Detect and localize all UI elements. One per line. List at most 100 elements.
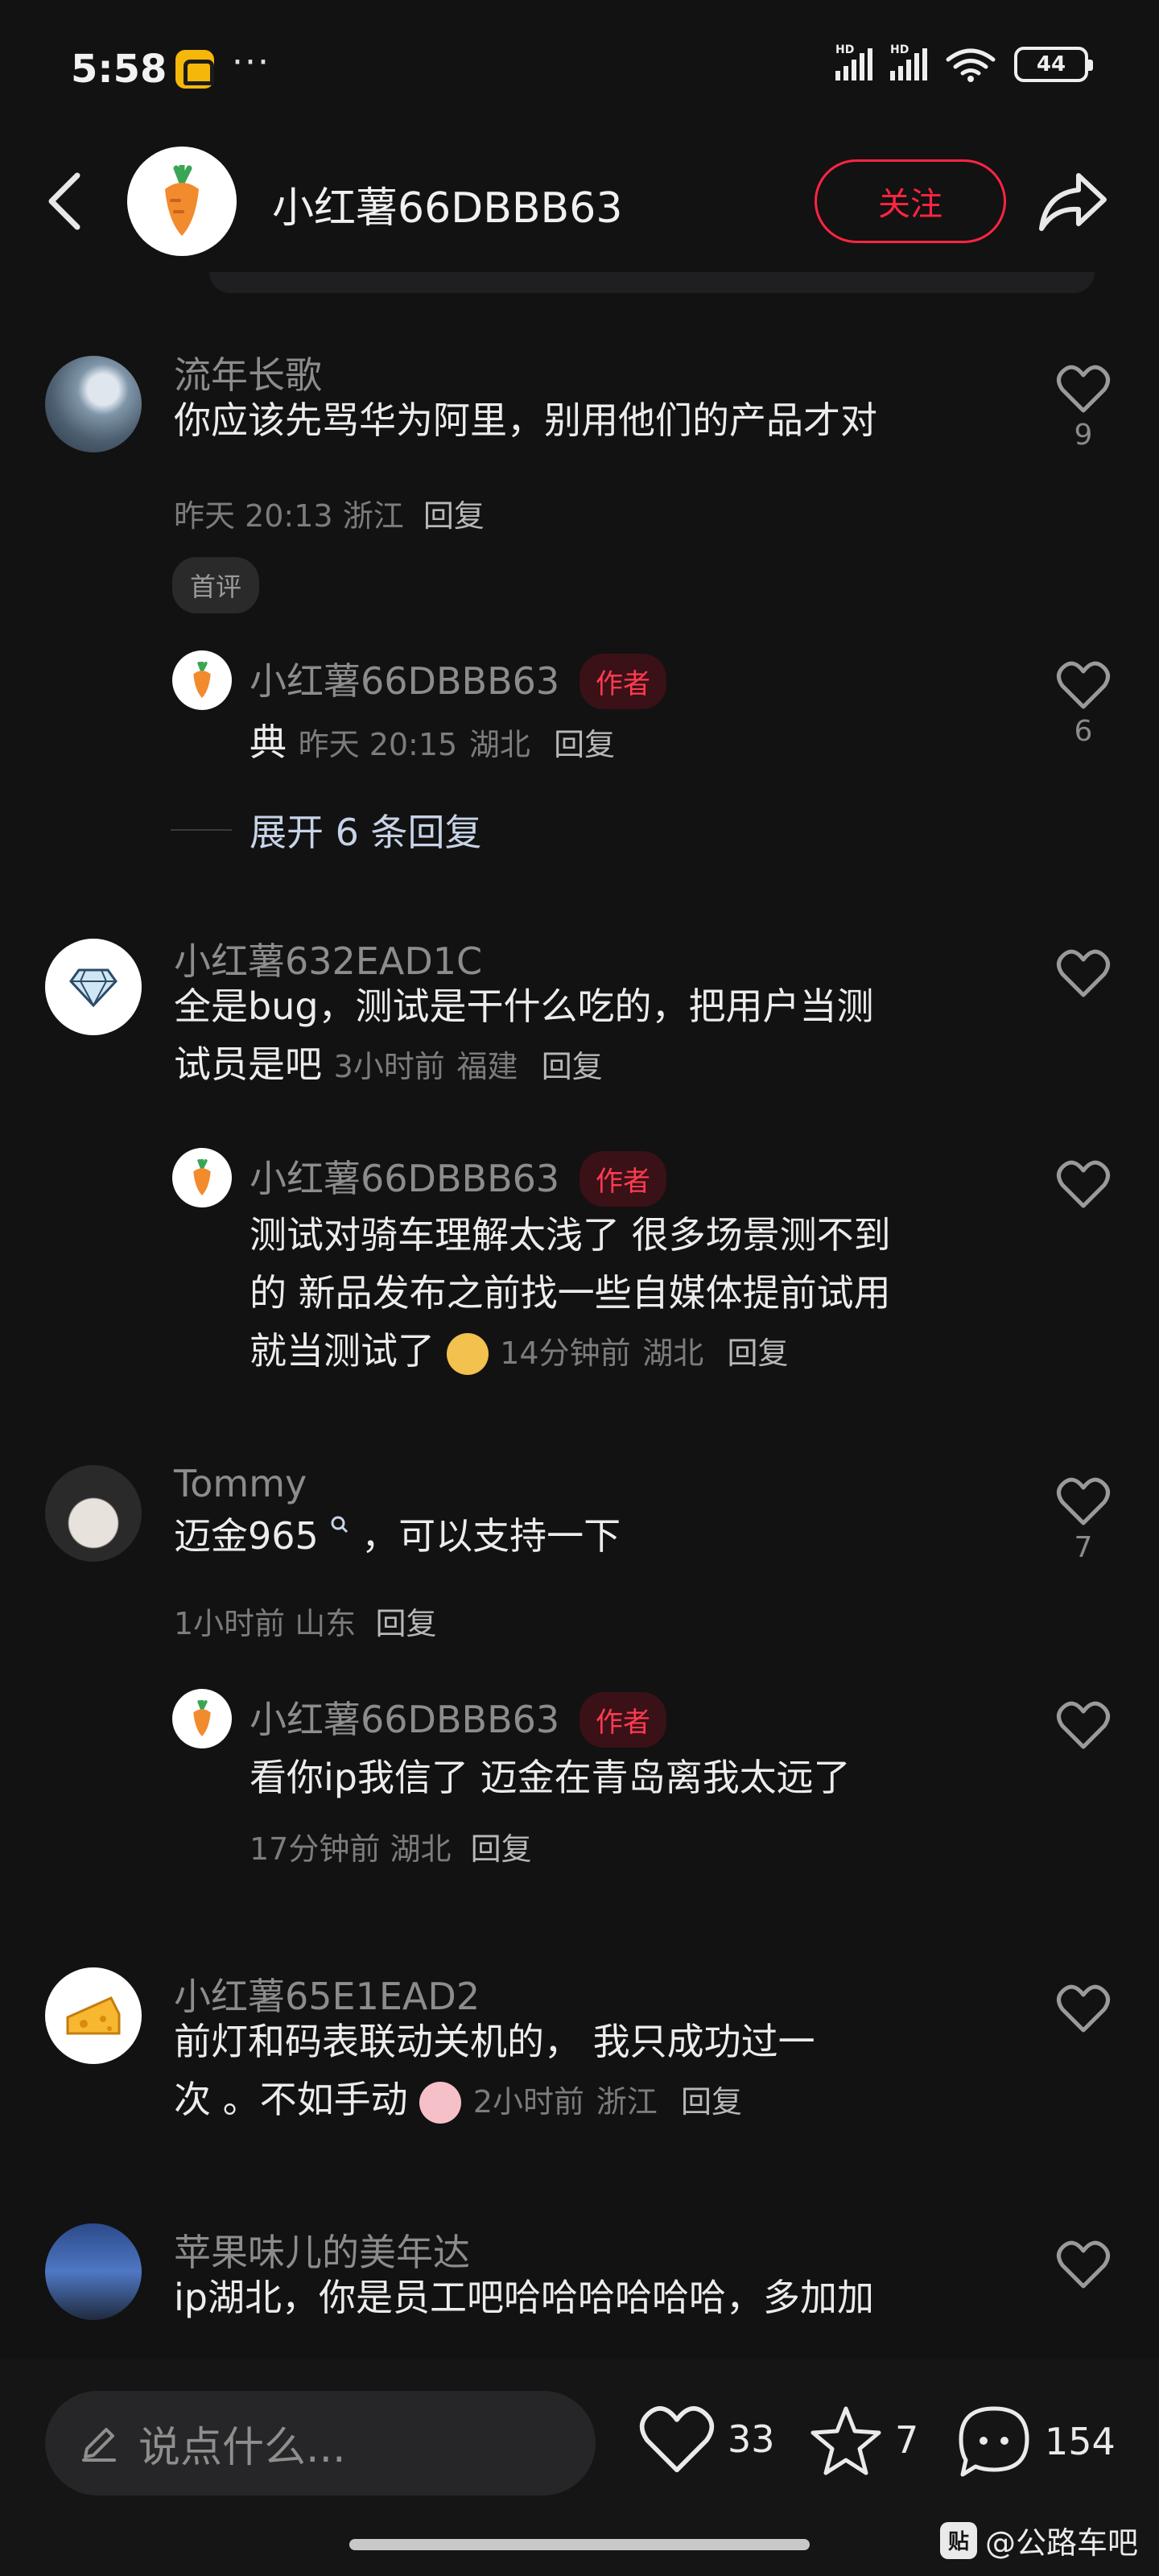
reply-button[interactable]: 回复 (423, 498, 485, 534)
battery-icon: 44 (1014, 47, 1093, 82)
comment-input[interactable]: 说点什么... (45, 2391, 596, 2496)
expand-divider (171, 829, 232, 831)
avatar[interactable] (172, 1689, 232, 1748)
share-icon[interactable] (1033, 166, 1111, 237)
tieba-logo-icon: 贴 (939, 2521, 977, 2559)
reply-text-line2[interactable]: 的 新品发布之前找一些自媒体提前试用 (250, 1264, 891, 1322)
reply-button[interactable]: 回复 (554, 727, 615, 762)
avatar[interactable] (172, 650, 232, 710)
reply-username[interactable]: 小红薯66DBBB63 (250, 652, 559, 705)
comment-text[interactable]: 前灯和码表联动关机的， 我只成功过一 (174, 2013, 815, 2070)
reply-button[interactable]: 回复 (728, 1335, 789, 1371)
comment-location: 浙江 (342, 498, 404, 534)
reply-location: 湖北 (468, 727, 530, 762)
back-icon[interactable] (37, 169, 93, 233)
comment-time: 3小时前 (333, 1049, 445, 1084)
reply-text[interactable]: 看你ip我信了 迈金在青岛离我太远了 (250, 1748, 851, 1806)
comment-text[interactable]: ip湖北，你是员工吧哈哈哈哈哈哈，多加加 (174, 2268, 874, 2326)
like-button[interactable] (1051, 2240, 1116, 2289)
heart-icon (1057, 1701, 1110, 1749)
emoji-icon (446, 1332, 489, 1375)
reply-button[interactable]: 回复 (542, 1049, 603, 1084)
like-count: 9 (1074, 419, 1093, 452)
reply-meta: 17分钟前 湖北 回复 (250, 1824, 532, 1868)
reply-button[interactable]: 回复 (375, 1606, 436, 1641)
comment-text-line2[interactable]: 试员是吧 3小时前 福建 回复 (174, 1035, 603, 1096)
avatar[interactable] (45, 939, 142, 1035)
avatar[interactable] (45, 1465, 142, 1562)
reply-username[interactable]: 小红薯66DBBB63 (250, 1690, 559, 1744)
comment-text[interactable]: 你应该先骂华为阿里，别用他们的产品才对 (174, 391, 877, 449)
diamond-icon (69, 968, 118, 1007)
reply-text[interactable]: 典 昨天 20:15 湖北 回复 (250, 713, 615, 774)
avatar[interactable] (45, 1967, 142, 2064)
comment-username[interactable]: Tommy (174, 1462, 307, 1505)
chat-bubble-icon (959, 2406, 1029, 2477)
author-badge: 作者 (580, 1151, 666, 1207)
app-notification-icon (175, 50, 214, 89)
reply-button[interactable]: 回复 (681, 2084, 742, 2120)
comment-text[interactable]: 迈金965 ，可以支持一下 (174, 1507, 621, 1565)
watermark-text: @公路车吧 (984, 2525, 1138, 2561)
author-badge: 作者 (580, 654, 666, 709)
wifi-icon (946, 48, 996, 82)
cheese-icon (66, 1996, 121, 2035)
expand-replies-button[interactable]: 展开 6 条回复 (250, 803, 482, 857)
heart-icon (1057, 1477, 1110, 1525)
top-nav: 小红薯66DBBB63 关注 (0, 137, 1159, 266)
status-time: 5:58 (71, 47, 167, 92)
collect-action[interactable]: 7 (808, 2404, 918, 2476)
reply-time: 昨天 20:15 (298, 727, 458, 762)
like-button[interactable]: 9 (1051, 364, 1116, 452)
carrot-icon (193, 662, 211, 698)
reply-location: 湖北 (642, 1335, 704, 1371)
comment-time: 1小时前 (174, 1606, 286, 1641)
comment-meta: 1小时前 山东 回复 (174, 1599, 436, 1643)
heart-icon (1057, 2240, 1110, 2289)
like-button[interactable] (1051, 948, 1116, 998)
page-title: 小红薯66DBBB63 (272, 184, 623, 233)
reply-time: 14分钟前 (500, 1335, 631, 1371)
collect-count: 7 (895, 2418, 919, 2462)
comment-time: 昨天 20:13 (174, 498, 333, 534)
status-bar: 5:58 ··· HD HD 44 (0, 0, 1159, 137)
emoji-icon (419, 2081, 462, 2124)
author-avatar[interactable] (127, 147, 237, 256)
comment-input-placeholder: 说点什么... (138, 2423, 346, 2472)
heart-icon (1057, 1160, 1110, 1208)
like-button[interactable] (1051, 1700, 1116, 1750)
like-button[interactable]: 7 (1051, 1476, 1116, 1564)
avatar[interactable] (45, 2223, 142, 2320)
like-button[interactable]: 6 (1051, 660, 1116, 748)
signal-icon-2: HD (890, 43, 927, 80)
more-notifications-icon: ··· (232, 42, 270, 83)
like-button[interactable] (1051, 1159, 1116, 1209)
pencil-icon (82, 2428, 116, 2462)
reply-username[interactable]: 小红薯66DBBB63 (250, 1150, 559, 1203)
heart-icon (1057, 949, 1110, 997)
reply-text-line3[interactable]: 就当测试了 14分钟前 湖北 回复 (250, 1322, 789, 1382)
carrot-icon (193, 1700, 211, 1736)
avatar[interactable] (172, 1148, 232, 1208)
comment-location: 福建 (456, 1049, 518, 1084)
like-count: 33 (728, 2417, 775, 2461)
watermark: 贴 @公路车吧 (939, 2518, 1138, 2562)
reply-text[interactable]: 测试对骑车理解太浅了 很多场景测不到 (250, 1206, 891, 1264)
reply-button[interactable]: 回复 (471, 1831, 532, 1867)
home-indicator[interactable] (349, 2539, 810, 2550)
carrot-icon (165, 165, 199, 236)
like-action[interactable]: 33 (637, 2404, 775, 2475)
follow-button[interactable]: 关注 (815, 159, 1006, 243)
comment-text-line2[interactable]: 次 。不如手动 2小时前 浙江 回复 (174, 2070, 742, 2131)
comment-count: 154 (1045, 2420, 1116, 2463)
avatar[interactable] (45, 356, 142, 452)
comment-location: 山东 (295, 1606, 357, 1641)
comment-action[interactable]: 154 (955, 2404, 1116, 2479)
first-comment-badge: 首评 (172, 557, 260, 613)
reply-location: 湖北 (390, 1831, 452, 1867)
like-button[interactable] (1051, 1984, 1116, 2033)
comment-text[interactable]: 全是bug，测试是干什么吃的，把用户当测 (174, 977, 874, 1035)
heart-icon (1057, 365, 1110, 413)
author-badge: 作者 (580, 1692, 666, 1748)
search-suggestion-icon (331, 1516, 349, 1534)
